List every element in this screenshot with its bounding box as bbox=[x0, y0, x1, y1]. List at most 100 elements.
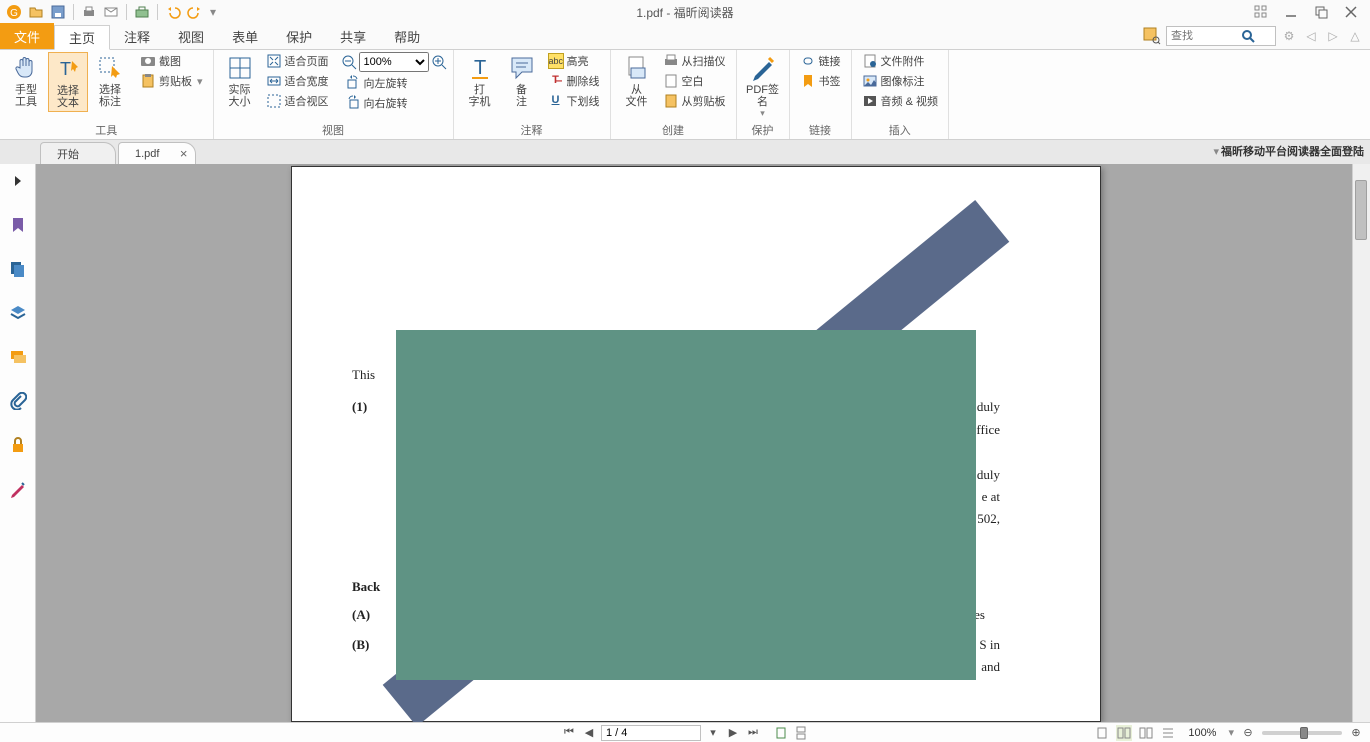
text-select-icon: T bbox=[54, 55, 82, 83]
attachments-panel-icon[interactable] bbox=[7, 390, 29, 412]
file-attachment-button[interactable]: 文件附件 bbox=[858, 52, 942, 70]
search-icon[interactable] bbox=[1241, 29, 1255, 43]
fit-visible-icon bbox=[266, 93, 282, 109]
annotation-select-icon bbox=[96, 54, 124, 82]
clipboard-button[interactable]: 剪贴板▾ bbox=[136, 72, 207, 90]
rotate-left-button[interactable]: 向左旋转 bbox=[341, 74, 447, 92]
last-page-button[interactable]: ⏭ bbox=[745, 725, 761, 741]
first-page-button[interactable]: ⏮ bbox=[561, 725, 577, 741]
signatures-panel-icon[interactable] bbox=[7, 478, 29, 500]
minimize-button[interactable] bbox=[1280, 2, 1302, 22]
pages-panel-icon[interactable] bbox=[7, 258, 29, 280]
zoom-level-select[interactable]: 100% bbox=[359, 52, 429, 72]
ribbon-collapse-icon[interactable]: △ bbox=[1346, 27, 1364, 45]
email-icon[interactable] bbox=[101, 2, 121, 22]
search-highlight-icon[interactable] bbox=[1142, 26, 1162, 46]
nav-next-icon[interactable]: ▷ bbox=[1324, 27, 1342, 45]
vertical-scrollbar[interactable] bbox=[1352, 164, 1370, 722]
search-box[interactable] bbox=[1166, 26, 1276, 46]
settings-gear-icon[interactable]: ⚙ bbox=[1280, 27, 1298, 45]
view-mode-4-icon[interactable] bbox=[1160, 725, 1176, 741]
layers-panel-icon[interactable] bbox=[7, 302, 29, 324]
menu-tab-help[interactable]: 帮助 bbox=[380, 24, 434, 49]
select-text-button[interactable]: T 选择文本 bbox=[48, 52, 88, 112]
pdf-sign-button[interactable]: PDF签名 ▾ bbox=[743, 52, 783, 121]
print-icon[interactable] bbox=[79, 2, 99, 22]
zoom-in-button[interactable]: ⊕ bbox=[1348, 725, 1364, 741]
promo-banner[interactable]: ▾福昕移动平台阅读器全面登陆 bbox=[1213, 143, 1364, 159]
fit-page-icon bbox=[266, 53, 282, 69]
audio-video-button[interactable]: 音频 & 视频 bbox=[858, 92, 942, 110]
comments-panel-icon[interactable] bbox=[7, 346, 29, 368]
zoom-slider[interactable] bbox=[1262, 731, 1342, 735]
fit-width-icon bbox=[266, 73, 282, 89]
layout-continuous-icon[interactable] bbox=[793, 725, 809, 741]
fit-visible-button[interactable]: 适合视区 bbox=[262, 92, 333, 110]
camera-icon bbox=[140, 53, 156, 69]
next-page-button[interactable]: ▶ bbox=[725, 725, 741, 741]
from-file-button[interactable]: 从文件 bbox=[617, 52, 657, 110]
actual-size-button[interactable]: 实际大小 bbox=[220, 52, 260, 110]
security-panel-icon[interactable] bbox=[7, 434, 29, 456]
zoom-out-icon[interactable] bbox=[341, 54, 357, 70]
open-icon[interactable] bbox=[26, 2, 46, 22]
fit-width-button[interactable]: 适合宽度 bbox=[262, 72, 333, 90]
page-dropdown-button[interactable]: ▾ bbox=[705, 725, 721, 741]
title-bar: G ▾ 1.pdf - 福昕阅读器 bbox=[0, 0, 1370, 24]
doc-tab-file[interactable]: 1.pdf× bbox=[118, 142, 196, 164]
snapshot-button[interactable]: 截图 bbox=[136, 52, 207, 70]
expand-panel-icon[interactable] bbox=[7, 170, 29, 192]
menu-tab-protect[interactable]: 保护 bbox=[272, 24, 326, 49]
strikeout-button[interactable]: T̶删除线 bbox=[544, 72, 604, 90]
hand-tool-button[interactable]: 手型工具 bbox=[6, 52, 46, 110]
nav-prev-icon[interactable]: ◁ bbox=[1302, 27, 1320, 45]
page-number-input[interactable] bbox=[601, 725, 701, 741]
document-viewport[interactable]: This (1) duly ffice duly e at 502, Back … bbox=[36, 164, 1352, 722]
search-input[interactable] bbox=[1171, 30, 1241, 42]
note-button[interactable]: 备注 bbox=[502, 52, 542, 110]
menu-tab-home[interactable]: 主页 bbox=[54, 25, 110, 50]
fit-page-button[interactable]: 适合页面 bbox=[262, 52, 333, 70]
menu-tab-comment[interactable]: 注释 bbox=[110, 24, 164, 49]
note-icon bbox=[508, 54, 536, 82]
typewriter-button[interactable]: T 打字机 bbox=[460, 52, 500, 110]
file-menu-button[interactable]: 文件 bbox=[0, 23, 54, 49]
scrollbar-thumb[interactable] bbox=[1355, 180, 1367, 240]
from-scanner-button[interactable]: 从扫描仪 bbox=[659, 52, 730, 70]
view-mode-1-icon[interactable] bbox=[1094, 725, 1110, 741]
undo-button[interactable] bbox=[163, 2, 183, 22]
link-button[interactable]: 链接 bbox=[796, 52, 845, 70]
redo-button[interactable] bbox=[185, 2, 205, 22]
menu-tab-share[interactable]: 共享 bbox=[326, 24, 380, 49]
menu-tab-form[interactable]: 表单 bbox=[218, 24, 272, 49]
from-clipboard-button[interactable]: 从剪贴板 bbox=[659, 92, 730, 110]
layout-single-icon[interactable] bbox=[773, 725, 789, 741]
typewriter-icon: T bbox=[466, 54, 494, 82]
blank-page-button[interactable]: 空白 bbox=[659, 72, 730, 90]
maximize-button[interactable] bbox=[1310, 2, 1332, 22]
toolbox-icon[interactable] bbox=[132, 2, 152, 22]
qat-dropdown-icon[interactable]: ▾ bbox=[207, 2, 219, 22]
highlight-button[interactable]: abc高亮 bbox=[544, 52, 604, 70]
zoom-out-button[interactable]: ⊖ bbox=[1240, 725, 1256, 741]
close-button[interactable] bbox=[1340, 2, 1362, 22]
menu-tab-view[interactable]: 视图 bbox=[164, 24, 218, 49]
zoom-in-icon[interactable] bbox=[431, 54, 447, 70]
bookmarks-panel-icon[interactable] bbox=[7, 214, 29, 236]
zoom-slider-knob[interactable] bbox=[1300, 727, 1308, 739]
bookmark-button[interactable]: 书签 bbox=[796, 72, 845, 90]
select-annotation-button[interactable]: 选择标注 bbox=[90, 52, 130, 110]
image-annotation-button[interactable]: 图像标注 bbox=[858, 72, 942, 90]
ribbon-group-create: 从文件 从扫描仪 空白 从剪贴板 创建 bbox=[611, 50, 737, 139]
underline-button[interactable]: U下划线 bbox=[544, 92, 604, 110]
view-mode-3-icon[interactable] bbox=[1138, 725, 1154, 741]
rotate-right-button[interactable]: 向右旋转 bbox=[341, 94, 447, 112]
save-icon[interactable] bbox=[48, 2, 68, 22]
close-tab-icon[interactable]: × bbox=[180, 146, 188, 161]
view-mode-2-icon[interactable] bbox=[1116, 725, 1132, 741]
doc-tab-start[interactable]: 开始 bbox=[40, 142, 116, 164]
blank-icon bbox=[663, 73, 679, 89]
app-logo-icon[interactable]: G bbox=[4, 2, 24, 22]
ribbon-options-icon[interactable] bbox=[1250, 2, 1272, 22]
prev-page-button[interactable]: ◀ bbox=[581, 725, 597, 741]
